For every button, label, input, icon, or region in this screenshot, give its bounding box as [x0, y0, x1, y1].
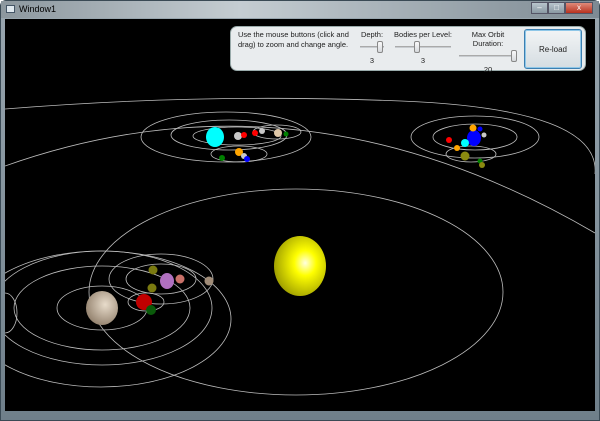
minimize-button[interactable]: –	[531, 2, 548, 14]
moon-tan	[204, 276, 214, 286]
bodies-control: Bodies per Level: 3	[393, 30, 453, 65]
app-window: Window1 – □ x Use the mouse buttons (cli…	[0, 0, 600, 421]
slider-thumb[interactable]	[377, 41, 383, 53]
slider-thumb[interactable]	[511, 50, 517, 62]
planet-blue	[467, 130, 481, 146]
depth-slider[interactable]	[358, 41, 386, 53]
control-panel: Use the mouse buttons (click and drag) t…	[230, 26, 586, 74]
depth-label: Depth:	[360, 30, 384, 39]
duration-label: Max Orbit Duration:	[471, 30, 505, 48]
moon-violet	[160, 273, 174, 289]
depth-control: Depth: 3	[358, 30, 386, 65]
instructions-text: Use the mouse buttons (click and drag) t…	[238, 30, 349, 49]
duration-value: 20	[483, 65, 493, 74]
planet-cyan	[206, 127, 224, 147]
moon-green	[146, 305, 156, 315]
depth-value: 3	[369, 56, 375, 65]
solar-system-scene	[5, 97, 595, 396]
window-title: Window1	[19, 4, 57, 14]
bodies-label: Bodies per Level:	[394, 30, 452, 39]
app-icon	[6, 5, 15, 13]
maximize-button[interactable]: □	[548, 2, 565, 14]
close-button[interactable]: x	[565, 2, 593, 14]
slider-thumb[interactable]	[414, 41, 420, 53]
duration-control: Max Orbit Duration: 20	[457, 30, 519, 74]
moon-olive-2	[147, 283, 157, 293]
title-bar[interactable]: Window1 – □ x	[1, 1, 599, 18]
sun	[274, 236, 326, 296]
moon-salmon	[175, 274, 185, 284]
3d-viewport[interactable]: Use the mouse buttons (click and drag) t…	[5, 19, 595, 411]
orbit-outer	[5, 125, 595, 234]
duration-slider[interactable]	[457, 50, 519, 62]
bodies-slider[interactable]	[393, 41, 453, 53]
moon-olive	[148, 265, 158, 275]
orbit-outer-2	[5, 97, 595, 174]
bodies-value: 3	[420, 56, 426, 65]
reload-button[interactable]: Re-load	[524, 29, 582, 69]
planet-beige	[86, 291, 118, 325]
